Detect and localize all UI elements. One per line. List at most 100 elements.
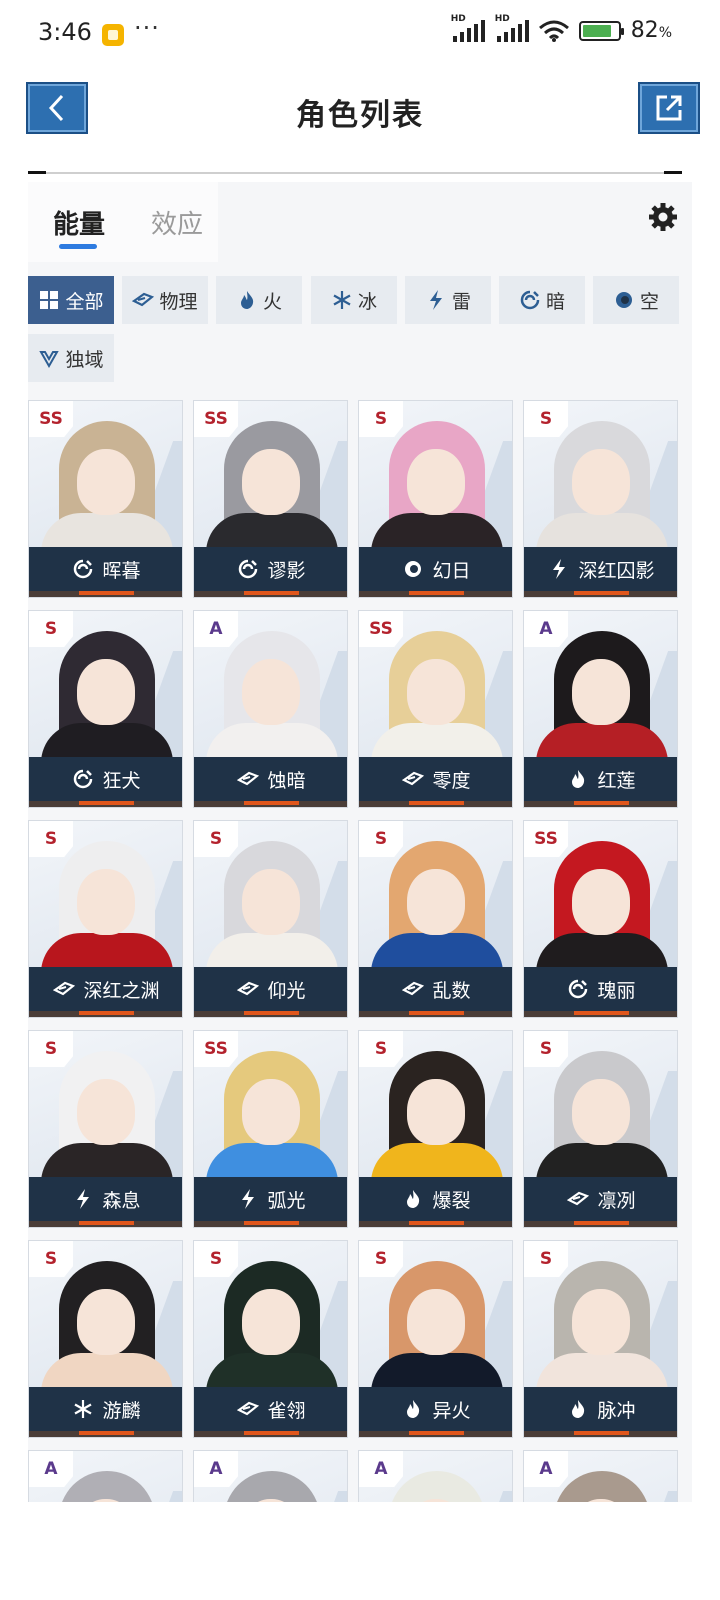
character-card[interactable]: A: [28, 1450, 183, 1502]
character-name-bar: 弧光: [194, 1177, 347, 1221]
character-name: 异火: [432, 1399, 471, 1422]
character-card[interactable]: S 凛冽: [523, 1030, 678, 1228]
filter-fire[interactable]: 火: [216, 276, 302, 324]
character-card[interactable]: SS 零度: [358, 610, 513, 808]
card-accent-line: [29, 1221, 182, 1227]
card-accent-line: [359, 1221, 512, 1227]
filter-grid[interactable]: 全部: [28, 276, 114, 324]
card-accent-line: [359, 1431, 512, 1437]
character-name: 弧光: [267, 1189, 306, 1212]
grid-icon: [38, 289, 60, 311]
rank-badge: S: [29, 611, 73, 647]
gear-icon[interactable]: [648, 202, 678, 232]
fire-icon: [236, 289, 258, 311]
physical-icon: [567, 1188, 590, 1210]
filter-unique[interactable]: 独域: [28, 334, 114, 382]
card-accent-line: [359, 591, 512, 597]
character-name-bar: 狂犬: [29, 757, 182, 801]
card-accent-line: [359, 1011, 512, 1017]
filter-label: 物理: [159, 290, 198, 313]
character-name-bar: 深红囚影: [524, 547, 677, 591]
fire-icon: [567, 768, 589, 790]
filter-physical[interactable]: 物理: [122, 276, 208, 324]
rank-badge: S: [359, 1031, 403, 1067]
void-icon: [402, 558, 424, 580]
card-accent-line: [194, 1011, 347, 1017]
character-card[interactable]: A: [358, 1450, 513, 1502]
character-name: 乱数: [432, 979, 471, 1002]
character-name: 仰光: [267, 979, 306, 1002]
character-card[interactable]: SS 弧光: [193, 1030, 348, 1228]
rank-badge: SS: [359, 611, 403, 647]
dark-icon: [567, 978, 589, 1000]
status-bar: 3:46 ··· HD HD 82%: [0, 0, 720, 70]
character-card[interactable]: S 幻日: [358, 400, 513, 598]
tab-effect[interactable]: 效应: [151, 204, 203, 241]
character-panel: 能量 效应 全部 物理火冰 雷 暗 空独域 SS 晖暮 SS 谬影 S 幻日 S 深红…: [28, 182, 692, 1502]
filter-void[interactable]: 空: [593, 276, 679, 324]
rank-badge: SS: [194, 401, 238, 437]
unique-icon: [38, 347, 60, 369]
character-card[interactable]: S 游麟: [28, 1240, 183, 1438]
fire-icon: [402, 1188, 424, 1210]
character-card[interactable]: SS 晖暮: [28, 400, 183, 598]
filter-label: 雷: [451, 290, 471, 313]
character-name-bar: 爆裂: [359, 1177, 512, 1221]
rank-badge: SS: [29, 401, 73, 437]
character-card[interactable]: S 狂犬: [28, 610, 183, 808]
character-card[interactable]: S 脉冲: [523, 1240, 678, 1438]
character-name-bar: 雀翎: [194, 1387, 347, 1431]
character-card[interactable]: S 异火: [358, 1240, 513, 1438]
rank-badge: A: [524, 611, 568, 647]
rank-badge: S: [194, 1241, 238, 1277]
external-link-icon: [656, 95, 682, 121]
character-card[interactable]: A: [523, 1450, 678, 1502]
share-button[interactable]: [638, 82, 700, 134]
void-icon: [613, 289, 635, 311]
character-name: 游麟: [102, 1399, 141, 1422]
header-divider: [28, 171, 682, 174]
character-card[interactable]: A 蚀暗: [193, 610, 348, 808]
rank-badge: SS: [194, 1031, 238, 1067]
filter-snowflake[interactable]: 冰: [311, 276, 397, 324]
character-name-bar: 谬影: [194, 547, 347, 591]
filter-lightning[interactable]: 雷: [405, 276, 491, 324]
character-card[interactable]: S 深红囚影: [523, 400, 678, 598]
character-name-bar: 深红之渊: [29, 967, 182, 1011]
lightning-icon: [237, 1188, 259, 1210]
dark-icon: [519, 289, 541, 311]
cell-signal-icon: HD: [451, 14, 485, 42]
tab-bar: 能量 效应: [28, 182, 692, 262]
rank-badge: SS: [524, 821, 568, 857]
character-card[interactable]: SS 谬影: [193, 400, 348, 598]
rank-badge: S: [29, 1241, 73, 1277]
character-name-bar: 游麟: [29, 1387, 182, 1431]
card-accent-line: [194, 801, 347, 807]
filter-dark[interactable]: 暗: [499, 276, 585, 324]
card-accent-line: [524, 1431, 677, 1437]
character-card[interactable]: S 仰光: [193, 820, 348, 1018]
character-name: 谬影: [267, 559, 306, 582]
character-name: 雀翎: [267, 1399, 306, 1422]
rank-badge: A: [194, 1451, 238, 1487]
character-card[interactable]: S 乱数: [358, 820, 513, 1018]
character-card[interactable]: A: [193, 1450, 348, 1502]
app-header: 角色列表: [0, 70, 720, 180]
gallery-app-icon: [102, 24, 124, 46]
character-name-bar: 异火: [359, 1387, 512, 1431]
lightning-icon: [548, 558, 570, 580]
character-card[interactable]: S 深红之渊: [28, 820, 183, 1018]
character-name: 爆裂: [432, 1189, 471, 1212]
rank-badge: S: [194, 821, 238, 857]
tab-energy[interactable]: 能量: [53, 204, 105, 241]
filter-label: 空: [639, 290, 659, 313]
character-card[interactable]: S 森息: [28, 1030, 183, 1228]
character-card[interactable]: A 红莲: [523, 610, 678, 808]
active-tab-indicator: [59, 244, 97, 249]
character-card[interactable]: S 爆裂: [358, 1030, 513, 1228]
character-card[interactable]: S 雀翎: [193, 1240, 348, 1438]
rank-badge: S: [29, 1031, 73, 1067]
character-card[interactable]: SS 瑰丽: [523, 820, 678, 1018]
character-name: 蚀暗: [267, 769, 306, 792]
physical-icon: [402, 978, 425, 1000]
